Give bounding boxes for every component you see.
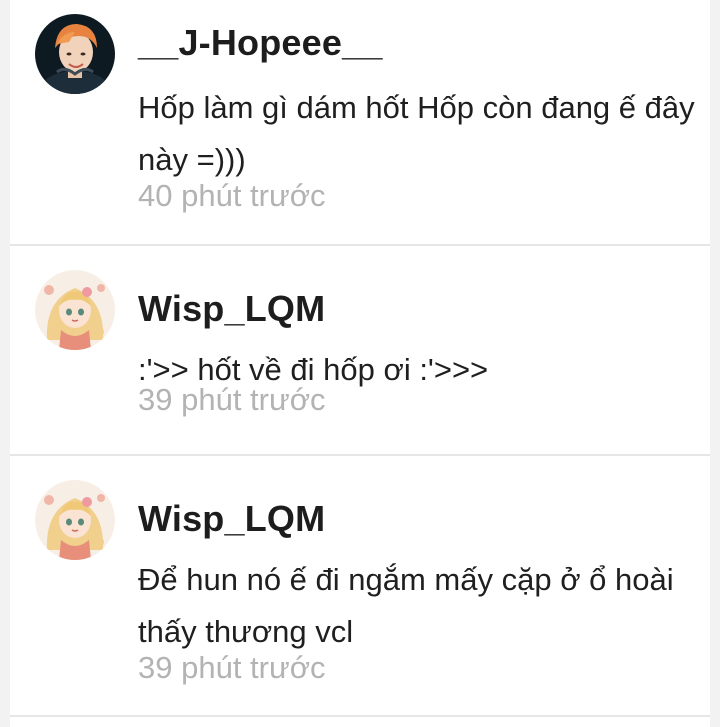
comment-list: __J-Hopeee__ Hốp làm gì dám hốt Hốp còn … [10, 0, 710, 727]
username[interactable]: __J-Hopeee__ [138, 22, 383, 64]
anime-girl-avatar-icon [35, 270, 115, 350]
comment-item[interactable]: __J-Hopeee__ Hốp làm gì dám hốt Hốp còn … [10, 0, 710, 246]
comment-text: Để hun nó ế đi ngắm mấy cặp ở ổ hoài thấ… [138, 562, 674, 649]
username[interactable]: Wisp_LQM [138, 288, 325, 330]
person-avatar-icon [35, 14, 115, 94]
avatar[interactable] [35, 14, 115, 94]
anime-girl-avatar-icon [35, 480, 115, 560]
avatar[interactable] [35, 270, 115, 350]
comment-text: Hốp làm gì dám hốt Hốp còn đang ế đây nà… [138, 90, 695, 177]
comment-item[interactable]: Wisp_LQM Để hun nó ế đi ngắm mấy cặp ở ổ… [10, 456, 710, 717]
timestamp: 39 phút trước [138, 650, 326, 685]
timestamp: 40 phút trước [138, 178, 326, 213]
username[interactable]: Wisp_LQM [138, 498, 325, 540]
timestamp: 39 phút trước [138, 382, 326, 417]
comment-item[interactable]: Wisp_LQM :'>> hốt về đi hốp ơi :'>>> 39 … [10, 246, 710, 456]
avatar[interactable] [35, 480, 115, 560]
